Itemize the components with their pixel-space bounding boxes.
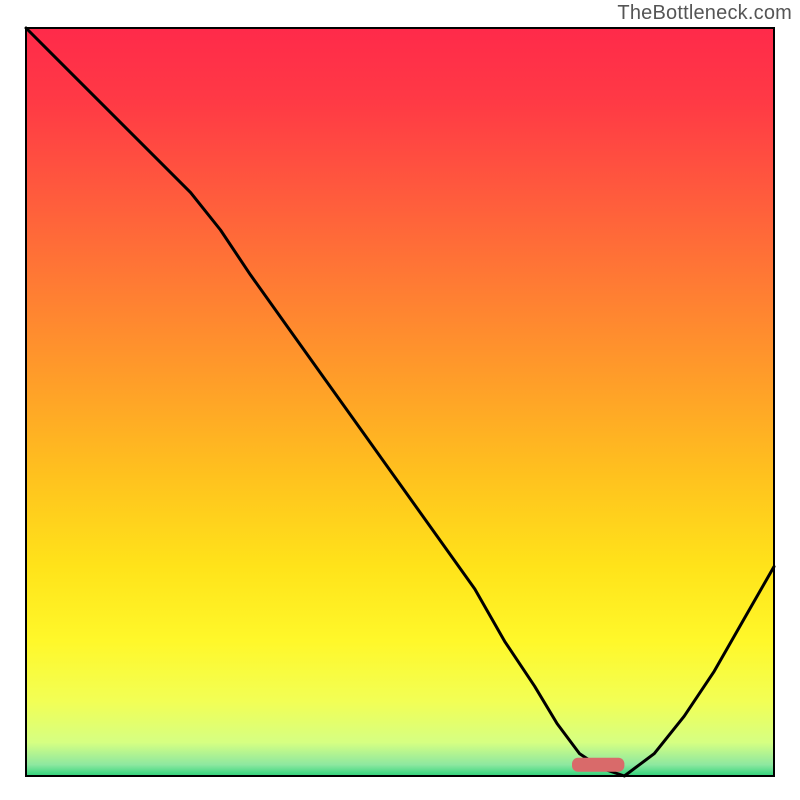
optimal-marker [572, 758, 624, 772]
watermark-text: TheBottleneck.com [617, 2, 792, 25]
bottleneck-chart [0, 0, 800, 800]
chart-frame: TheBottleneck.com [0, 0, 800, 800]
